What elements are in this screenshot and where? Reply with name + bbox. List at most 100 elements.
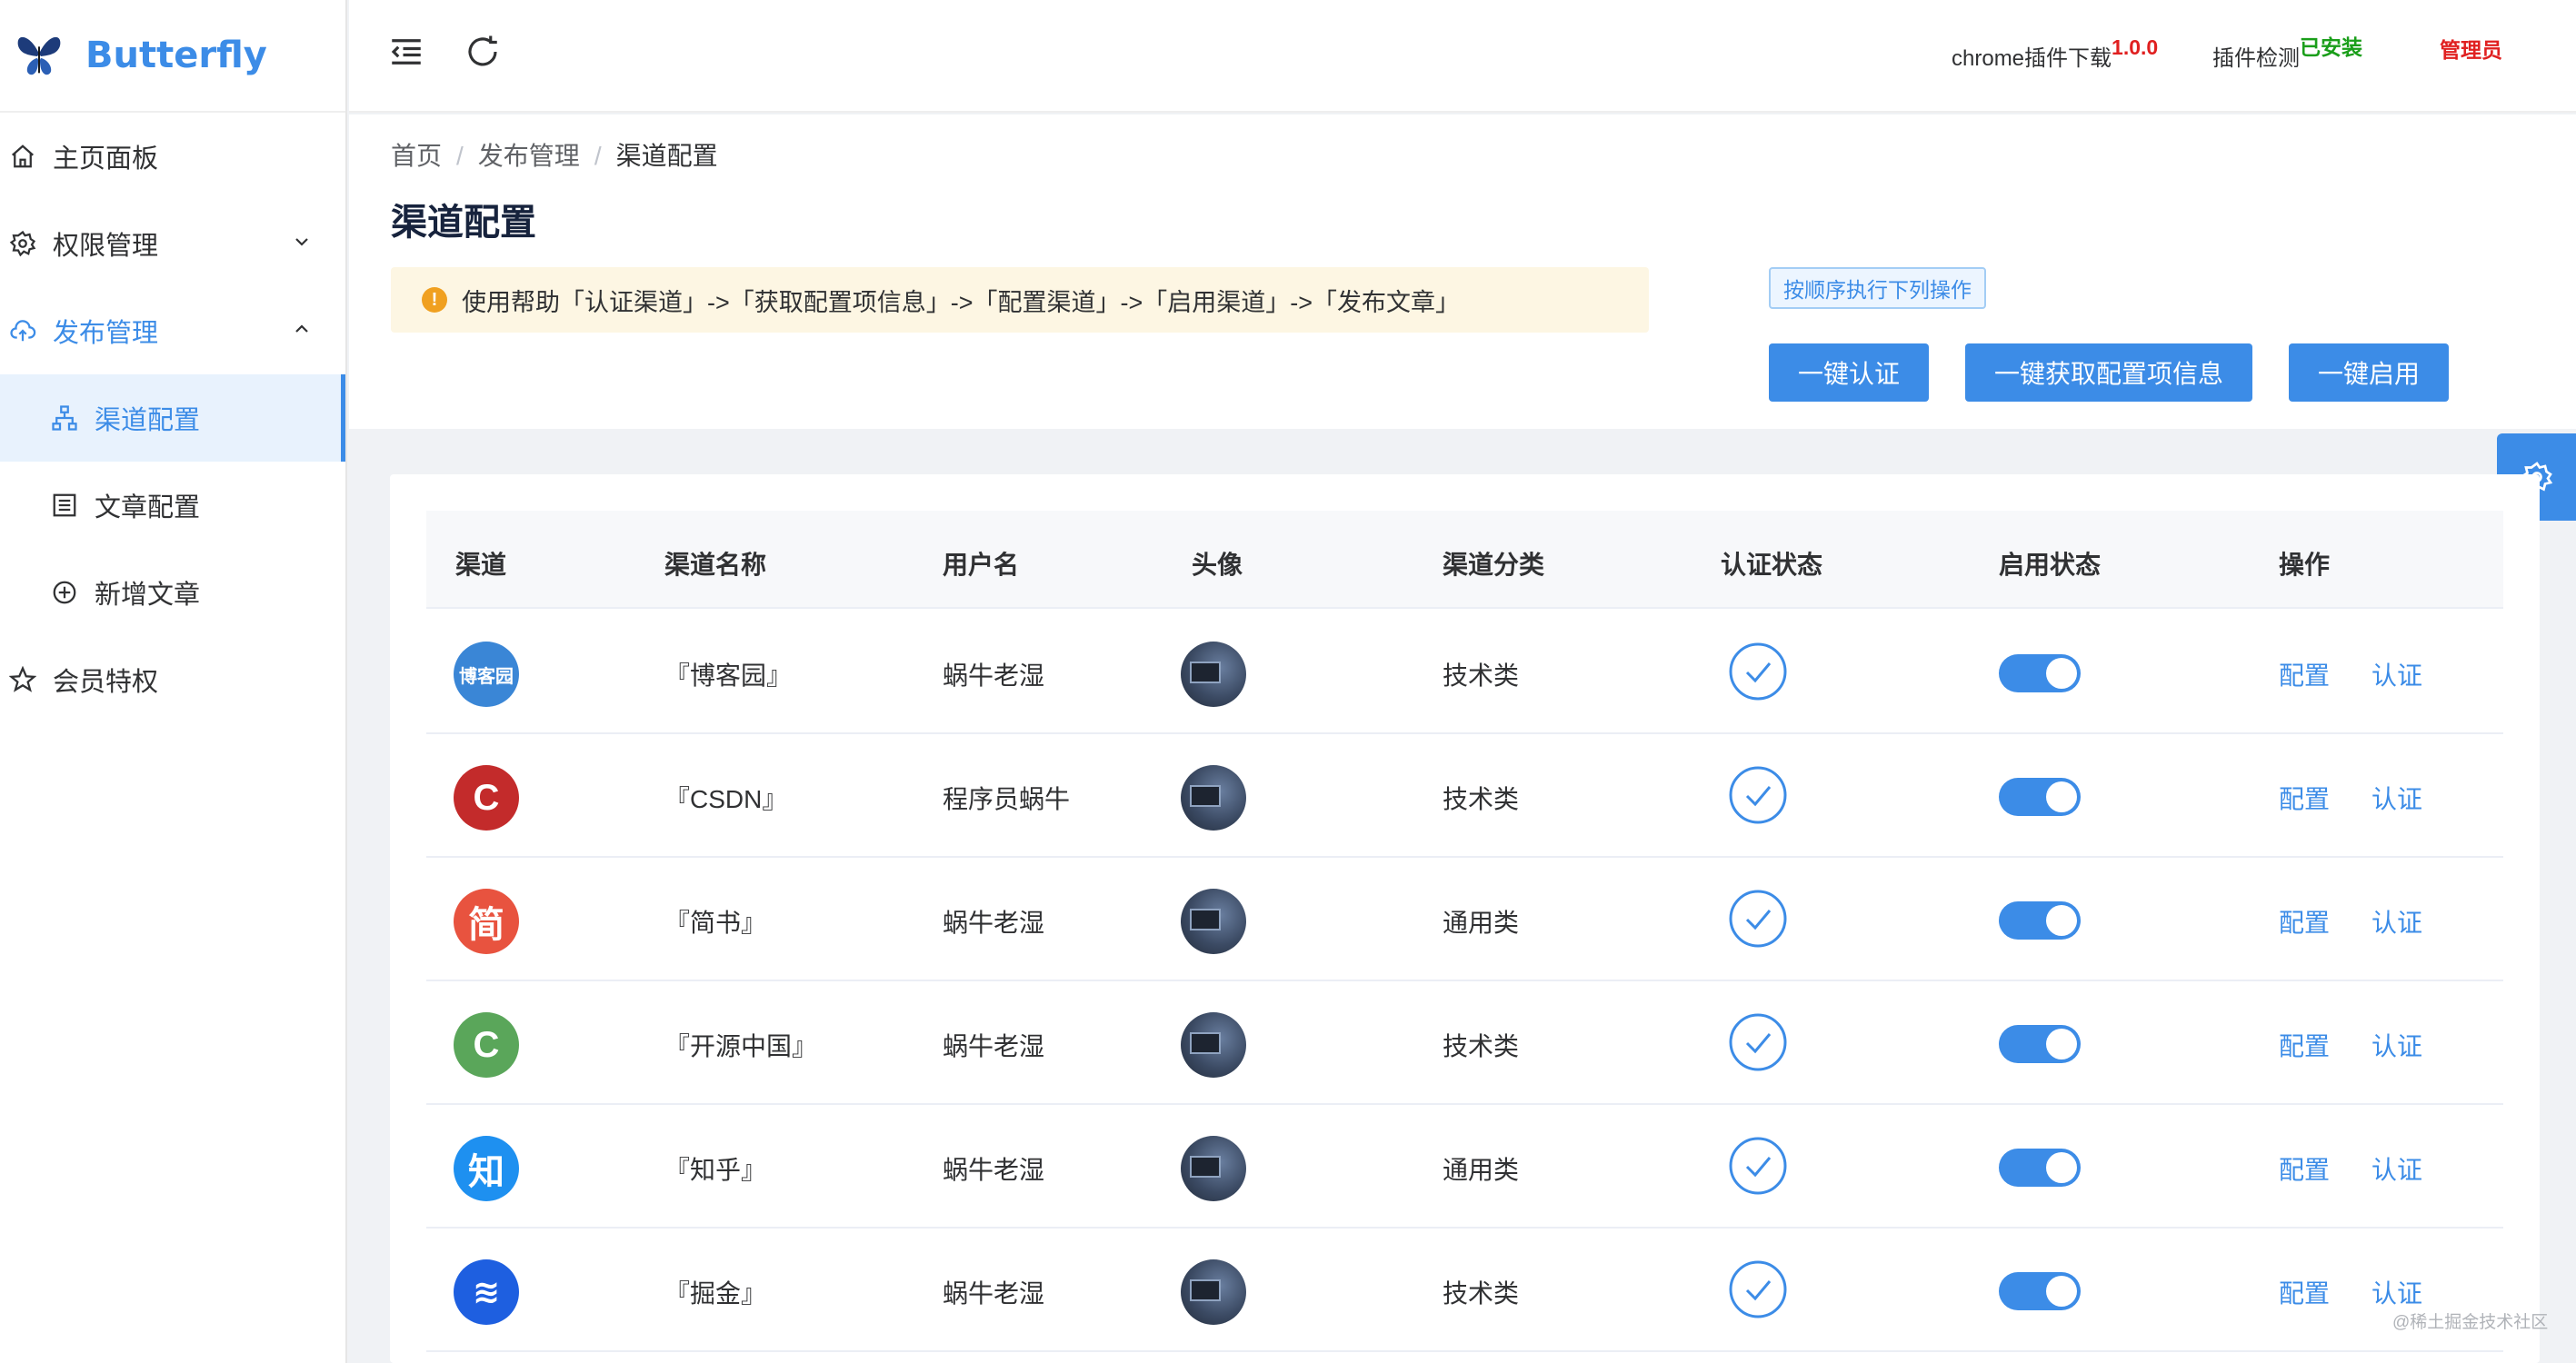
sidebar-item-dashboard[interactable]: 主页面板 — [0, 113, 345, 200]
authenticate-link[interactable]: 认证 — [2371, 656, 2422, 692]
channel-name: 『掘金』 — [664, 1279, 767, 1308]
oschina-logo: C — [454, 1012, 519, 1078]
column-header: 渠道分类 — [1443, 551, 1545, 579]
breadcrumb-publish[interactable]: 发布管理 — [478, 142, 580, 170]
avatar — [1181, 889, 1246, 954]
channel-name: 『知乎』 — [664, 1156, 767, 1184]
app-logo[interactable]: Butterfly — [0, 0, 345, 113]
authenticate-link[interactable]: 认证 — [2371, 780, 2422, 816]
sidebar-item-publish[interactable]: 发布管理 — [0, 287, 345, 374]
configure-link[interactable]: 配置 — [2279, 1027, 2330, 1063]
avatar — [1181, 1012, 1246, 1078]
channel-name: 『简书』 — [664, 909, 767, 937]
top-header: chrome插件下载1.0.0 插件检测已安装 管理员 — [349, 0, 2576, 113]
zhihu-logo: 知 — [454, 1136, 519, 1201]
avatar — [1181, 1136, 1246, 1201]
enable-switch[interactable] — [1999, 1272, 2081, 1310]
enable-switch[interactable] — [1999, 1025, 2081, 1063]
user-name: 管理员 — [2440, 38, 2502, 62]
enable-switch[interactable] — [1999, 654, 2081, 692]
configure-link[interactable]: 配置 — [2279, 903, 2330, 940]
username: 蜗牛老湿 — [943, 662, 1045, 690]
sidebar-item-label: 新增文章 — [95, 581, 201, 610]
plugin-check-label: 插件检测 — [2212, 46, 2300, 71]
table-row: ≋ 『掘金』 蜗牛老湿 技术类 配置 认证 — [426, 1229, 2503, 1352]
juejin-logo: ≋ — [454, 1259, 519, 1325]
chevron-down-icon — [295, 238, 308, 246]
channel-name: 『开源中国』 — [664, 1032, 818, 1060]
breadcrumb-home[interactable]: 首页 — [391, 142, 442, 170]
authenticate-link[interactable]: 认证 — [2371, 1027, 2422, 1063]
breadcrumb-current: 渠道配置 — [615, 142, 718, 170]
one-click-enable-button[interactable]: 一键启用 — [2289, 343, 2449, 402]
configure-link[interactable]: 配置 — [2279, 1274, 2330, 1310]
check-circle-icon — [1729, 766, 1787, 824]
configure-link[interactable]: 配置 — [2279, 780, 2330, 816]
plugin-version: 1.0.0 — [2112, 35, 2159, 59]
sidebar-item-label: 渠道配置 — [95, 406, 201, 435]
help-text: 使用帮助「认证渠道」->「获取配置项信息」->「配置渠道」->「启用渠道」->「… — [462, 288, 1461, 316]
plugin-download-label: chrome插件下载 — [1952, 46, 2112, 71]
authenticate-link[interactable]: 认证 — [2371, 903, 2422, 940]
csdn-logo: C — [454, 765, 519, 831]
plugin-check[interactable]: 插件检测已安装 — [2212, 35, 2362, 72]
breadcrumb: 首页 / 发布管理 / 渠道配置 — [391, 136, 718, 173]
one-click-fetch-config-button[interactable]: 一键获取配置项信息 — [1965, 343, 2252, 402]
authenticate-link[interactable]: 认证 — [2371, 1150, 2422, 1187]
authenticate-link[interactable]: 认证 — [2371, 1274, 2422, 1310]
table-row: 博客园 『博客园』 蜗牛老湿 技术类 配置 认证 — [426, 611, 2503, 734]
watermark: @稀土掘金技术社区 — [2392, 1313, 2549, 1332]
check-circle-icon — [1729, 890, 1787, 948]
sidebar-item-label: 会员特权 — [53, 668, 159, 697]
username: 蜗牛老湿 — [943, 909, 1045, 937]
enable-switch[interactable] — [1999, 778, 2081, 816]
channel-table: 渠道 渠道名称 用户名 头像 渠道分类 认证状态 启用状态 操作 博客园 『博客… — [390, 474, 2540, 1363]
enable-switch[interactable] — [1999, 901, 2081, 940]
column-header: 启用状态 — [1999, 551, 2102, 579]
gear-icon — [9, 230, 36, 257]
username: 程序员蜗牛 — [943, 785, 1071, 813]
configure-link[interactable]: 配置 — [2279, 1150, 2330, 1187]
channel-category: 技术类 — [1443, 662, 1520, 690]
plugin-download-link[interactable]: chrome插件下载1.0.0 — [1952, 35, 2158, 72]
sidebar-item-new-article[interactable]: 新增文章 — [0, 549, 345, 636]
refresh-icon[interactable] — [464, 33, 502, 71]
sidebar-item-label: 主页面板 — [53, 144, 159, 174]
check-circle-icon — [1729, 1260, 1787, 1318]
user-menu[interactable]: 管理员 — [2440, 33, 2502, 64]
column-header: 用户名 — [943, 551, 1020, 579]
column-header: 渠道名称 — [664, 551, 767, 579]
sidebar-item-membership[interactable]: 会员特权 — [0, 636, 345, 723]
avatar — [1181, 1259, 1246, 1325]
column-header: 认证状态 — [1721, 551, 1823, 579]
table-row: C 『开源中国』 蜗牛老湿 技术类 配置 认证 — [426, 981, 2503, 1105]
plus-circle-icon — [51, 579, 78, 606]
configure-link[interactable]: 配置 — [2279, 656, 2330, 692]
table-row: 知 『知乎』 蜗牛老湿 通用类 配置 认证 — [426, 1105, 2503, 1229]
table-row: 简 『简书』 蜗牛老湿 通用类 配置 认证 — [426, 858, 2503, 981]
column-header: 操作 — [2279, 551, 2331, 579]
sitemap-icon — [51, 404, 78, 432]
one-click-auth-button[interactable]: 一键认证 — [1769, 343, 1929, 402]
order-tag: 按顺序执行下列操作 — [1769, 267, 1986, 309]
username: 蜗牛老湿 — [943, 1032, 1045, 1060]
sidebar-item-label: 发布管理 — [53, 319, 159, 348]
sidebar-item-article-config[interactable]: 文章配置 — [0, 462, 345, 549]
channel-category: 技术类 — [1443, 785, 1520, 813]
butterfly-icon — [17, 36, 61, 75]
breadcrumb-separator: / — [594, 142, 602, 170]
table-row: C 『CSDN』 程序员蜗牛 技术类 配置 认证 — [426, 734, 2503, 858]
help-alert: ! 使用帮助「认证渠道」->「获取配置项信息」->「配置渠道」->「启用渠道」-… — [391, 267, 1649, 333]
collapse-menu-icon[interactable] — [387, 33, 425, 71]
enable-switch[interactable] — [1999, 1149, 2081, 1187]
table-header: 渠道 渠道名称 用户名 头像 渠道分类 认证状态 启用状态 操作 — [426, 511, 2503, 609]
sidebar-item-permissions[interactable]: 权限管理 — [0, 200, 345, 287]
sidebar-item-label: 文章配置 — [95, 493, 201, 522]
avatar — [1181, 642, 1246, 707]
check-circle-icon — [1729, 642, 1787, 701]
sidebar-item-channel-config[interactable]: 渠道配置 — [0, 374, 345, 462]
home-icon — [9, 143, 36, 170]
channel-name: 『CSDN』 — [664, 785, 788, 813]
cloud-upload-icon — [9, 317, 36, 344]
check-circle-icon — [1729, 1013, 1787, 1071]
